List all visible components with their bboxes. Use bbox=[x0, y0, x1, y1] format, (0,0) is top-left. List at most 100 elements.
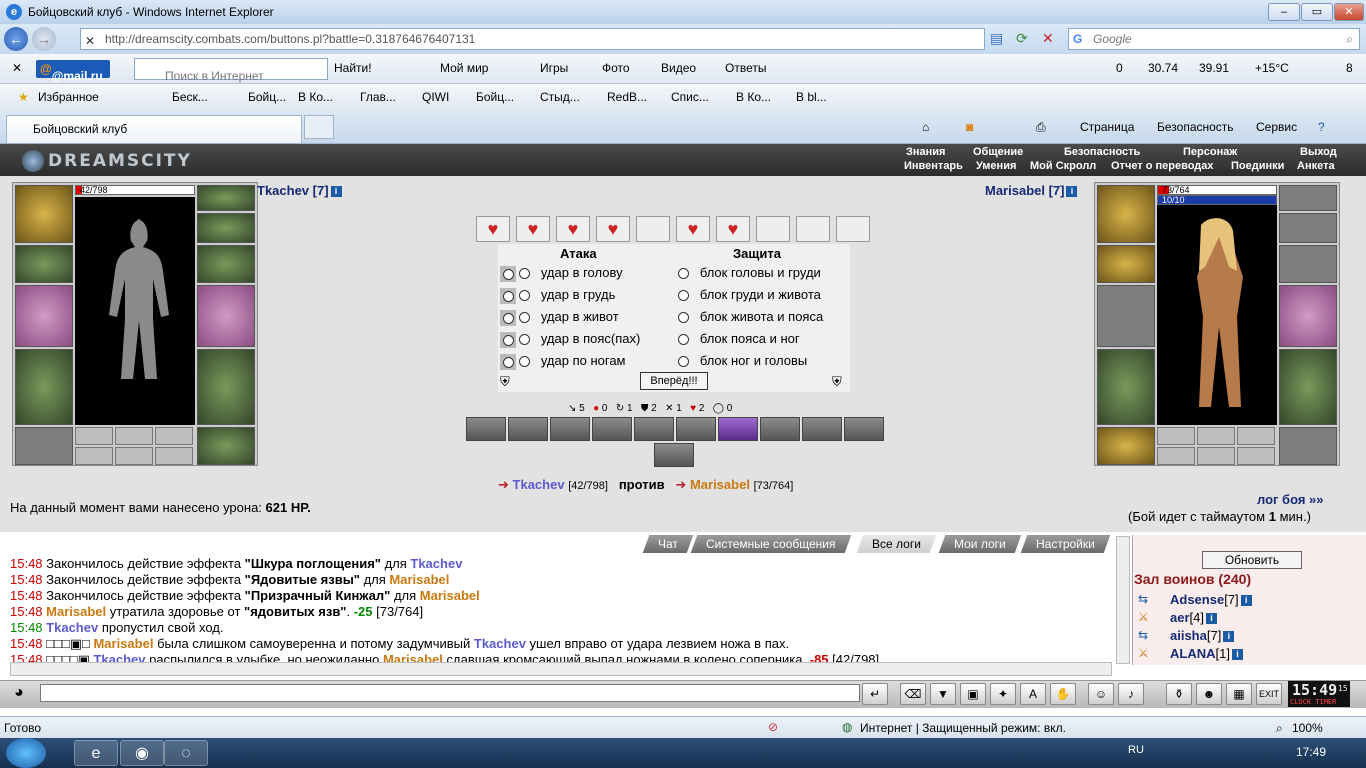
menu-duels[interactable]: Поединки bbox=[1231, 160, 1284, 172]
defense-option[interactable]: блок головы и груди bbox=[678, 265, 821, 280]
weapon-slot[interactable] bbox=[1097, 285, 1155, 347]
fav-item[interactable]: В Ко... bbox=[736, 90, 771, 104]
fav-item[interactable]: В Ко... bbox=[298, 90, 333, 104]
menu-communication[interactable]: Общение bbox=[973, 146, 1023, 158]
menu-inventory[interactable]: Инвентарь bbox=[904, 160, 963, 172]
fav-item[interactable]: В bl... bbox=[796, 90, 827, 104]
trick-button[interactable] bbox=[550, 417, 590, 441]
trick-button[interactable] bbox=[844, 417, 884, 441]
traffic-level[interactable]: 8 bbox=[1346, 61, 1353, 75]
start-button[interactable] bbox=[6, 738, 46, 768]
pants-slot[interactable] bbox=[197, 349, 255, 425]
back-button[interactable]: ← bbox=[4, 27, 28, 51]
spell-slot[interactable] bbox=[75, 427, 113, 445]
menu-character[interactable]: Персонаж bbox=[1183, 146, 1237, 158]
fav-item[interactable]: Спис... bbox=[671, 90, 709, 104]
log-vscrollbar[interactable] bbox=[1116, 536, 1130, 664]
taskbar-app-icon[interactable]: ◌ bbox=[164, 740, 208, 766]
attack-radio[interactable] bbox=[519, 290, 530, 302]
close-window-button[interactable]: ✕ bbox=[1334, 3, 1364, 21]
spell-slot[interactable] bbox=[1197, 447, 1235, 465]
warrior-item[interactable]: ALANA[1] i bbox=[1170, 646, 1243, 661]
trick-button[interactable] bbox=[592, 417, 632, 441]
chat-head-icon[interactable]: ◕ bbox=[14, 684, 24, 702]
defense-radio[interactable] bbox=[678, 312, 689, 324]
amulet-slot[interactable] bbox=[197, 185, 255, 211]
google-search-input[interactable]: G Google ⌕ bbox=[1068, 28, 1360, 50]
empty-slot-icon[interactable] bbox=[636, 216, 670, 242]
attack-option[interactable]: удар по ногам bbox=[500, 353, 625, 370]
shield-icon[interactable]: ⛨ bbox=[500, 374, 510, 390]
fighter-left-link[interactable]: Tkachev bbox=[513, 477, 565, 492]
warrior-item[interactable]: Adsense[7] i bbox=[1170, 592, 1252, 607]
spell-slot[interactable] bbox=[115, 427, 153, 445]
defense-radio[interactable] bbox=[678, 334, 689, 346]
trick-button[interactable] bbox=[718, 417, 758, 441]
search-icon[interactable]: ⌕ bbox=[1346, 29, 1353, 49]
fav-item[interactable]: Глав... bbox=[360, 90, 396, 104]
mask-icon[interactable]: ☻ bbox=[1196, 683, 1222, 705]
smile-list-icon[interactable]: ▣ bbox=[960, 683, 986, 705]
service-menu[interactable]: Сервис bbox=[1256, 120, 1297, 134]
security-menu[interactable]: Безопасность bbox=[1157, 120, 1234, 134]
spell-slot[interactable] bbox=[1237, 447, 1275, 465]
tab-chat[interactable]: Чат bbox=[642, 535, 694, 553]
spell-slot[interactable] bbox=[1157, 447, 1195, 465]
input-language[interactable]: RU bbox=[1128, 744, 1144, 756]
heart-icon[interactable]: ♥ bbox=[676, 216, 710, 242]
refresh-button[interactable]: Обновить bbox=[1202, 551, 1302, 569]
chat-input[interactable] bbox=[40, 684, 860, 702]
radio-box[interactable] bbox=[500, 287, 516, 304]
help-icon[interactable]: ? bbox=[1318, 120, 1325, 134]
print-icon[interactable]: ⎙ bbox=[1036, 120, 1046, 135]
heart-icon[interactable]: ♥ bbox=[596, 216, 630, 242]
weather[interactable]: +15°C bbox=[1255, 61, 1289, 75]
empty-slot-icon[interactable] bbox=[756, 216, 790, 242]
mailru-logo[interactable]: @ @mail.ru bbox=[36, 60, 110, 83]
stop-icon[interactable]: ✕ bbox=[1042, 30, 1054, 47]
security-zone[interactable]: Интернет | Защищенный режим: вкл. bbox=[860, 721, 1066, 735]
tab-fight-club[interactable]: Бойцовский клуб bbox=[6, 115, 302, 143]
trick-button[interactable] bbox=[676, 417, 716, 441]
bag-icon[interactable]: ▦ bbox=[1226, 683, 1252, 705]
defense-option[interactable]: блок пояса и ног bbox=[678, 331, 800, 346]
spell-slot[interactable] bbox=[155, 427, 193, 445]
rings-slot[interactable] bbox=[197, 213, 255, 243]
heart-icon[interactable]: ♥ bbox=[516, 216, 550, 242]
shield-icon[interactable]: ⛨ bbox=[832, 374, 842, 390]
trick-button[interactable] bbox=[508, 417, 548, 441]
eur-rate[interactable]: 39.91 bbox=[1199, 61, 1229, 75]
compat-view-icon[interactable]: ▤ bbox=[990, 30, 1003, 47]
log-hscrollbar[interactable] bbox=[10, 662, 1112, 676]
spell-slot[interactable] bbox=[1237, 427, 1275, 445]
player-left-name[interactable]: Tkachev [7] i bbox=[257, 183, 342, 198]
defense-radio[interactable] bbox=[678, 268, 689, 280]
minimize-button[interactable]: – bbox=[1268, 3, 1300, 21]
video-link[interactable]: Видео bbox=[661, 61, 696, 75]
rss-icon[interactable]: ◙ bbox=[966, 120, 973, 134]
radio-box[interactable] bbox=[500, 353, 516, 370]
taskbar-firefox-icon[interactable]: ◉ bbox=[120, 740, 164, 766]
spell-slot[interactable] bbox=[1197, 427, 1235, 445]
fav-item[interactable]: Беск... bbox=[172, 90, 208, 104]
internet-search-input[interactable]: Поиск в Интернет bbox=[134, 58, 328, 83]
radio-box[interactable] bbox=[500, 265, 516, 282]
bracers-slot[interactable] bbox=[197, 245, 255, 283]
clear-icon[interactable]: ⌫ bbox=[900, 683, 926, 705]
answers-link[interactable]: Ответы bbox=[725, 61, 766, 75]
menu-transfer-report[interactable]: Отчет о переводах bbox=[1111, 160, 1214, 172]
attack-option[interactable]: удар в грудь bbox=[500, 287, 615, 304]
belt-slot[interactable] bbox=[1097, 427, 1155, 465]
refresh-icon[interactable]: ⟳ bbox=[1016, 30, 1028, 47]
tab-all-logs[interactable]: Все логи bbox=[856, 535, 937, 553]
attack-option[interactable]: удар в живот bbox=[500, 309, 619, 326]
heart-icon[interactable]: ♥ bbox=[476, 216, 510, 242]
fighter-right-link[interactable]: Marisabel bbox=[690, 477, 750, 492]
filter-icon[interactable]: ▼ bbox=[930, 683, 956, 705]
attack-radio[interactable] bbox=[519, 334, 530, 346]
clock-timer[interactable]: 15:49 15 CLOCK TIMER bbox=[1288, 681, 1350, 707]
empty-slot-icon[interactable] bbox=[796, 216, 830, 242]
weapon-slot[interactable] bbox=[15, 285, 73, 347]
empty-slot-icon[interactable] bbox=[836, 216, 870, 242]
forward-submit-button[interactable]: Вперёд!!! bbox=[640, 372, 708, 390]
